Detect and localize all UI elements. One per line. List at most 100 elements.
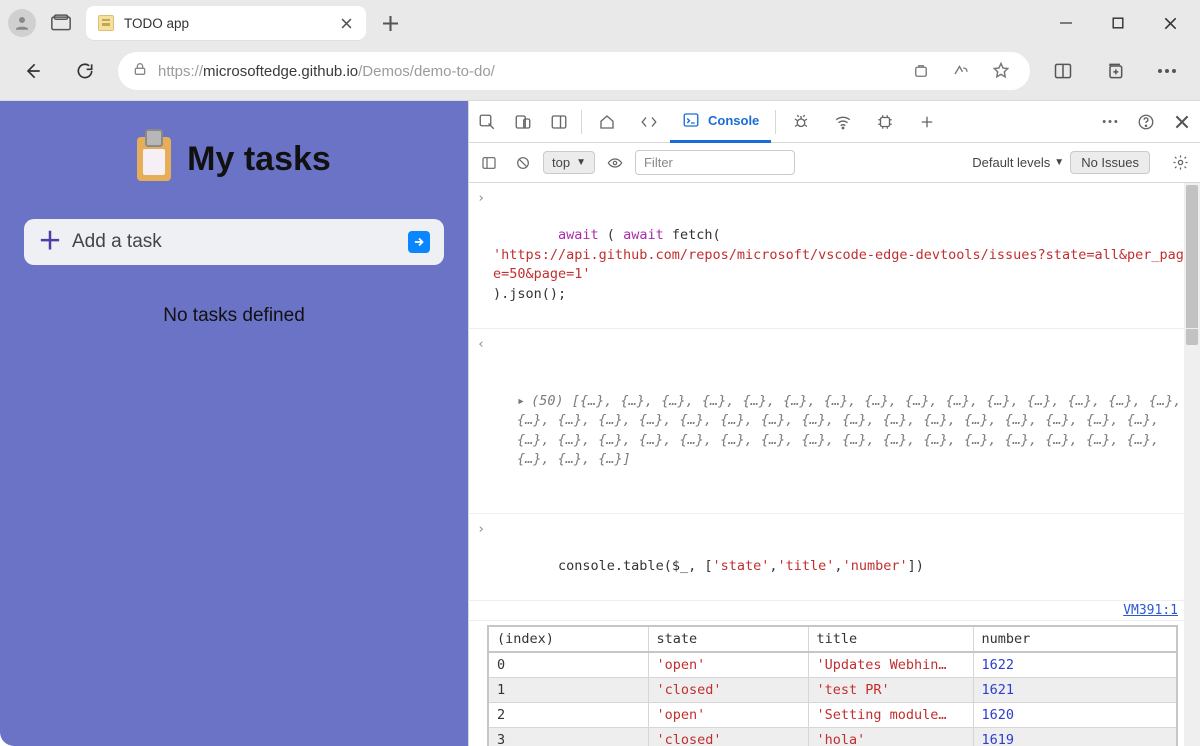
web-page: My tasks ＋ Add a task No tasks defined [0,101,468,746]
favorite-button[interactable] [986,56,1016,86]
console-input-line[interactable]: › await ( await fetch('https://api.githu… [469,183,1200,329]
add-task-input[interactable]: ＋ Add a task [24,219,444,265]
clear-console-button[interactable] [509,145,537,181]
console-table: (index) state title number 0'open''Updat… [487,625,1178,746]
tab-elements[interactable] [628,101,670,143]
cell-number: 1621 [973,678,1177,703]
tab-console-label: Console [708,113,759,128]
close-icon [1175,115,1189,129]
address-bar: https://microsoftedge.github.io/Demos/de… [0,46,1200,100]
devtools-close-button[interactable] [1164,104,1200,140]
cell-title: 'Setting module… [808,703,973,728]
devtools-more-button[interactable] [1092,104,1128,140]
console-icon [682,111,700,129]
new-tab-button[interactable] [374,7,406,39]
plus-icon [918,113,936,131]
profile-icon [13,14,31,32]
col-index[interactable]: (index) [488,626,648,652]
help-icon [1137,113,1155,131]
back-button[interactable] [14,52,52,90]
tab-title: TODO app [124,16,330,31]
browser-chrome: TODO app https://microsoftedge.github.io… [0,0,1200,101]
more-button[interactable] [1148,52,1186,90]
sidebar-toggle-button[interactable] [475,145,503,181]
cell-number: 1619 [973,728,1177,746]
tab-more[interactable] [906,101,948,143]
return-icon: ‹ [477,335,485,355]
cell-index: 2 [488,703,648,728]
inspect-button[interactable] [469,104,505,140]
table-row[interactable]: 1'closed''test PR'1621 [488,678,1177,703]
tab-performance[interactable] [864,101,906,143]
empty-state: No tasks defined [163,305,305,327]
devtools-help-button[interactable] [1128,104,1164,140]
read-aloud-button[interactable] [946,56,976,86]
devtools-panel: Console top▼ Filter Default levels▼ No I… [468,101,1200,746]
live-expression-button[interactable] [601,145,629,181]
tab-network[interactable] [822,101,864,143]
tab-welcome[interactable] [586,101,628,143]
console-input-line[interactable]: › console.table($_, ['state','title','nu… [469,514,1200,601]
eye-icon [607,155,623,171]
browser-tab[interactable]: TODO app [86,6,366,40]
window-minimize-button[interactable] [1044,8,1088,38]
console-result-line[interactable]: ‹ ▸(50) [{…}, {…}, {…}, {…}, {…}, {…}, {… [469,329,1200,514]
prompt-icon: › [477,520,485,540]
clear-icon [515,155,531,171]
col-number[interactable]: number [973,626,1177,652]
page-title: My tasks [137,137,331,181]
console-settings-button[interactable] [1166,145,1194,181]
elements-icon [640,113,658,131]
cell-index: 1 [488,678,648,703]
window-close-button[interactable] [1148,8,1192,38]
dock-icon [550,113,568,131]
tab-sources[interactable] [780,101,822,143]
table-row[interactable]: 2'open''Setting module…1620 [488,703,1177,728]
sidebar-icon [481,155,497,171]
bug-icon [792,113,810,131]
ellipsis-icon [1157,68,1177,74]
close-icon [1164,17,1177,30]
log-levels-selector[interactable]: Default levels▼ [972,155,1064,170]
array-preview[interactable]: ▸(50) [{…}, {…}, {…}, {…}, {…}, {…}, {…}… [499,392,1190,470]
reload-button[interactable] [66,52,104,90]
url-box[interactable]: https://microsoftedge.github.io/Demos/de… [118,52,1030,90]
context-selector[interactable]: top▼ [543,151,595,174]
cell-number: 1622 [973,652,1177,678]
tab-close-button[interactable] [338,15,354,31]
col-title[interactable]: title [808,626,973,652]
profile-button[interactable] [8,9,36,37]
console-output: › await ( await fetch('https://api.githu… [469,183,1200,746]
submit-task-button[interactable] [408,231,430,253]
expand-icon[interactable]: ▸ [517,393,525,409]
split-screen-button[interactable] [1044,52,1082,90]
source-link[interactable]: VM391:1 [469,601,1200,621]
arrow-right-icon [412,235,426,249]
clipboard-icon [137,137,171,181]
dock-side-button[interactable] [541,104,577,140]
app-icon[interactable] [906,56,936,86]
window-maximize-button[interactable] [1096,8,1140,38]
chip-icon [876,113,894,131]
arrow-left-icon [23,61,43,81]
device-icon [514,113,532,131]
device-emulation-button[interactable] [505,104,541,140]
ellipsis-icon [1101,119,1119,124]
col-state[interactable]: state [648,626,808,652]
cell-index: 3 [488,728,648,746]
devtools-toolbar: Console [469,101,1200,143]
console-toolbar: top▼ Filter Default levels▼ No Issues [469,143,1200,183]
cell-state: 'open' [648,652,808,678]
workspaces-button[interactable] [44,8,78,38]
collections-button[interactable] [1096,52,1134,90]
issues-button[interactable]: No Issues [1070,151,1150,174]
main-area: My tasks ＋ Add a task No tasks defined [0,101,1200,746]
filter-input[interactable]: Filter [635,150,795,175]
tab-console[interactable]: Console [670,101,771,143]
table-row[interactable]: 0'open''Updates Webhin…1622 [488,652,1177,678]
table-row[interactable]: 3'closed''hola'1619 [488,728,1177,746]
close-icon [341,18,352,29]
lock-icon [132,61,148,82]
cell-number: 1620 [973,703,1177,728]
table-header-row[interactable]: (index) state title number [488,626,1177,652]
